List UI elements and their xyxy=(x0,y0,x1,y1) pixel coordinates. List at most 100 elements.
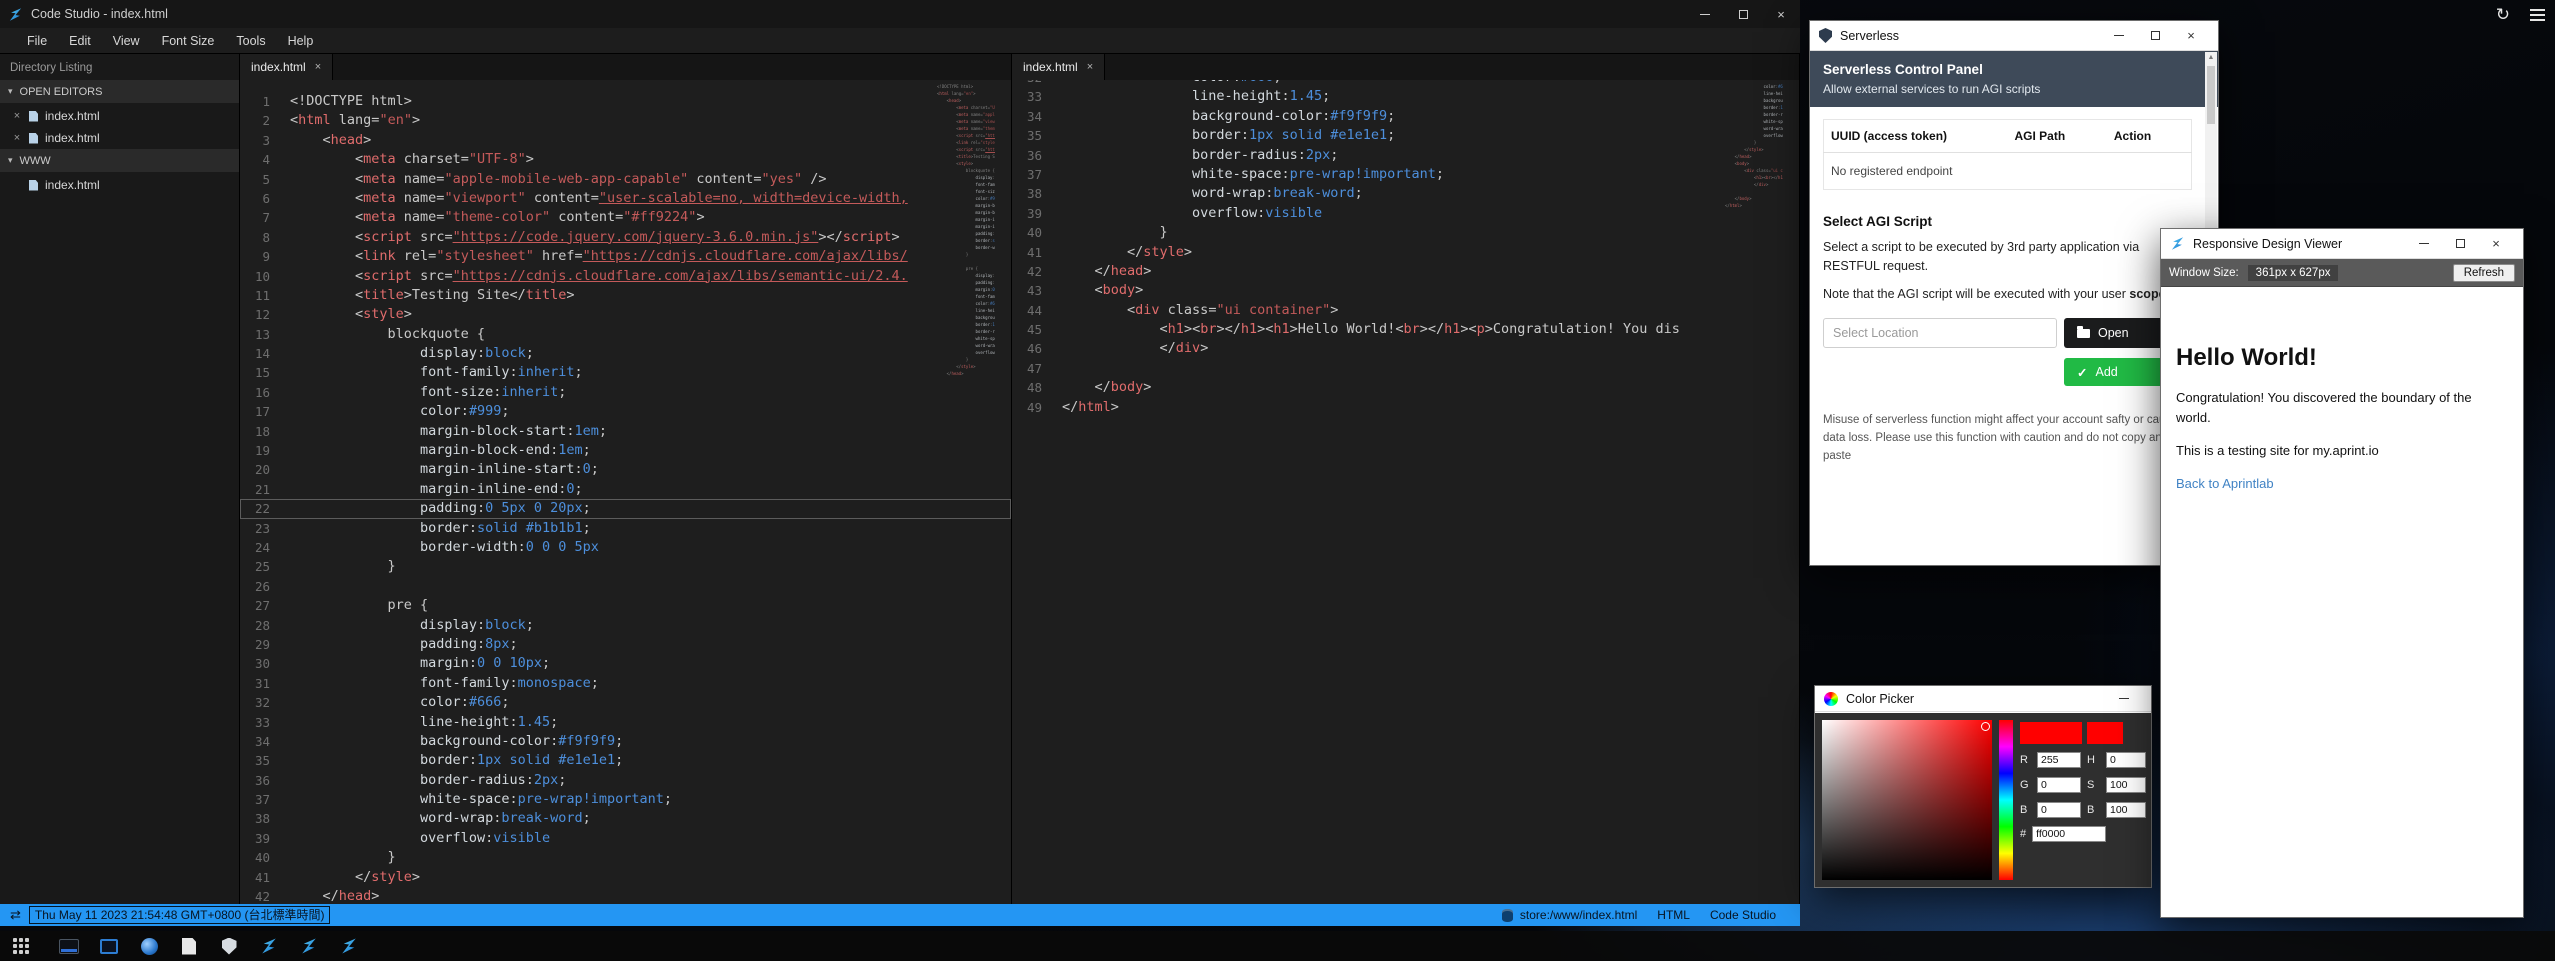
line-number: 41 xyxy=(240,868,284,887)
menu-tools[interactable]: Tools xyxy=(225,34,276,48)
menu-font-size[interactable]: Font Size xyxy=(151,34,226,48)
line-number: 6 xyxy=(240,189,284,208)
line-number: 7 xyxy=(240,208,284,227)
window-manager-icon[interactable] xyxy=(96,933,122,959)
code-editor[interactable]: 32 color:#666;33 line-height:1.45;34 bac… xyxy=(1012,80,1799,904)
menu-view[interactable]: View xyxy=(102,34,151,48)
minimize-button[interactable] xyxy=(2406,232,2442,256)
table-column-header: UUID (access token) xyxy=(1824,120,2008,153)
scroll-up-icon[interactable]: ▲ xyxy=(2205,54,2217,61)
line-number: 35 xyxy=(240,751,284,770)
window-size-label: Window Size: xyxy=(2169,267,2239,279)
b-value-input[interactable] xyxy=(2106,802,2146,818)
file-path: store:/www/index.html xyxy=(1520,908,1637,922)
line-number: 40 xyxy=(240,848,284,867)
tab-close-icon[interactable]: × xyxy=(1087,61,1093,73)
browser-icon[interactable] xyxy=(136,933,162,959)
code-studio-icon[interactable] xyxy=(256,933,282,959)
close-button[interactable]: × xyxy=(2173,24,2209,48)
refresh-button[interactable]: Refresh xyxy=(2453,264,2515,282)
line-number: 45 xyxy=(1012,320,1056,339)
terminal-icon[interactable] xyxy=(56,933,82,959)
code-line: 24 border-width:0 0 0 5px xyxy=(240,538,1011,557)
location-input[interactable] xyxy=(1823,318,2057,348)
maximize-button[interactable] xyxy=(1724,0,1762,28)
code-studio-icon[interactable] xyxy=(296,933,322,959)
tab-index-html[interactable]: index.html × xyxy=(240,54,333,80)
language-mode[interactable]: HTML xyxy=(1657,908,1690,922)
line-number: 23 xyxy=(240,519,284,538)
code-line: 19 margin-block-end:1em; xyxy=(240,441,1011,460)
code-studio-icon[interactable] xyxy=(336,933,362,959)
window-size-value[interactable]: 361px x 627px xyxy=(2248,265,2339,281)
minimize-button[interactable] xyxy=(1686,0,1724,28)
scroll-thumb[interactable] xyxy=(2207,66,2215,124)
r-value-input[interactable] xyxy=(2037,752,2081,768)
maximize-button[interactable] xyxy=(2137,24,2173,48)
close-button[interactable]: × xyxy=(1762,0,1800,28)
serverless-window: Serverless × Serverless Control Panel Al… xyxy=(1809,20,2219,566)
editor-pane-right[interactable]: index.html × 32 color:#666;33 line-heigh… xyxy=(1012,54,1800,904)
section-description: Select a script to be executed by 3rd pa… xyxy=(1823,238,2192,276)
code-editor[interactable]: 1<!DOCTYPE html>2<html lang="en">3 <head… xyxy=(240,80,1011,904)
line-number: 3 xyxy=(240,131,284,150)
close-button[interactable]: × xyxy=(2478,232,2514,256)
section-note: Note that the AGI script will be execute… xyxy=(1823,285,2192,304)
menu-file[interactable]: File xyxy=(16,34,58,48)
line-number: 47 xyxy=(1012,359,1056,378)
color-picker-window: Color Picker RHGSBB # xyxy=(1814,685,2152,888)
b-value-input[interactable] xyxy=(2037,802,2081,818)
section-heading: Select AGI Script xyxy=(1823,214,2192,229)
code-line: 5 <meta name="apple-mobile-web-app-capab… xyxy=(240,170,1011,189)
close-icon[interactable]: × xyxy=(12,132,22,144)
sidebar-file-item[interactable]: index.html xyxy=(0,174,239,196)
security-app-icon[interactable] xyxy=(216,933,242,959)
clock-text: Thu May 11 2023 21:54:48 GMT+0800 (台北標準時… xyxy=(29,906,331,924)
field-label-g: G xyxy=(2020,779,2031,791)
minimize-button[interactable] xyxy=(2106,687,2142,711)
tab-index-html[interactable]: index.html × xyxy=(1012,54,1105,80)
hue-slider[interactable] xyxy=(1999,720,2013,880)
s-value-input[interactable] xyxy=(2106,777,2146,793)
line-number: 48 xyxy=(1012,378,1056,397)
line-number: 31 xyxy=(240,674,284,693)
sidebar-section-open-editors[interactable]: ▾OPEN EDITORS xyxy=(0,80,239,103)
maximize-button[interactable] xyxy=(2442,232,2478,256)
menu-edit[interactable]: Edit xyxy=(58,34,102,48)
code-line: 1<!DOCTYPE html> xyxy=(240,92,1011,111)
refresh-icon[interactable]: ↻ xyxy=(2496,6,2510,23)
h-value-input[interactable] xyxy=(2106,752,2146,768)
code-line: 27 pre { xyxy=(240,596,1011,615)
code-line: 39 overflow:visible xyxy=(240,829,1011,848)
close-icon[interactable]: × xyxy=(12,110,22,122)
line-number: 28 xyxy=(240,616,284,635)
line-number: 15 xyxy=(240,363,284,382)
app-launcher-icon[interactable] xyxy=(8,933,34,959)
tab-close-icon[interactable]: × xyxy=(315,61,321,73)
g-value-input[interactable] xyxy=(2037,777,2081,793)
sync-icon[interactable]: ⇄ xyxy=(10,907,21,923)
document-app-icon[interactable] xyxy=(176,933,202,959)
sidebar-header: Directory Listing xyxy=(0,54,239,80)
menu-icon[interactable] xyxy=(2530,9,2545,21)
minimize-button[interactable] xyxy=(2101,24,2137,48)
line-number: 12 xyxy=(240,305,284,324)
line-number: 39 xyxy=(240,829,284,848)
add-button[interactable]: ✓Add xyxy=(2064,358,2164,386)
code-line: 17 color:#999; xyxy=(240,402,1011,421)
sidebar-file-item[interactable]: ×index.html xyxy=(0,127,239,149)
menu-help[interactable]: Help xyxy=(277,34,325,48)
line-number: 49 xyxy=(1012,398,1056,417)
sidebar-section-www[interactable]: ▾WWW xyxy=(0,149,239,172)
chevron-down-icon: ▾ xyxy=(8,86,13,97)
code-line: 41 </style> xyxy=(240,868,1011,887)
hex-input[interactable] xyxy=(2032,826,2106,842)
back-link[interactable]: Back to Aprintlab xyxy=(2176,476,2274,491)
title-bar: Responsive Design Viewer × xyxy=(2161,229,2523,259)
editor-pane-left[interactable]: index.html × 1<!DOCTYPE html>2<html lang… xyxy=(240,54,1012,904)
code-line: 12 <style> xyxy=(240,305,1011,324)
panel-subtitle: Allow external services to run AGI scrip… xyxy=(1823,82,2205,96)
line-number: 24 xyxy=(240,538,284,557)
sidebar-file-item[interactable]: ×index.html xyxy=(0,105,239,127)
saturation-value-area[interactable] xyxy=(1822,720,1992,880)
